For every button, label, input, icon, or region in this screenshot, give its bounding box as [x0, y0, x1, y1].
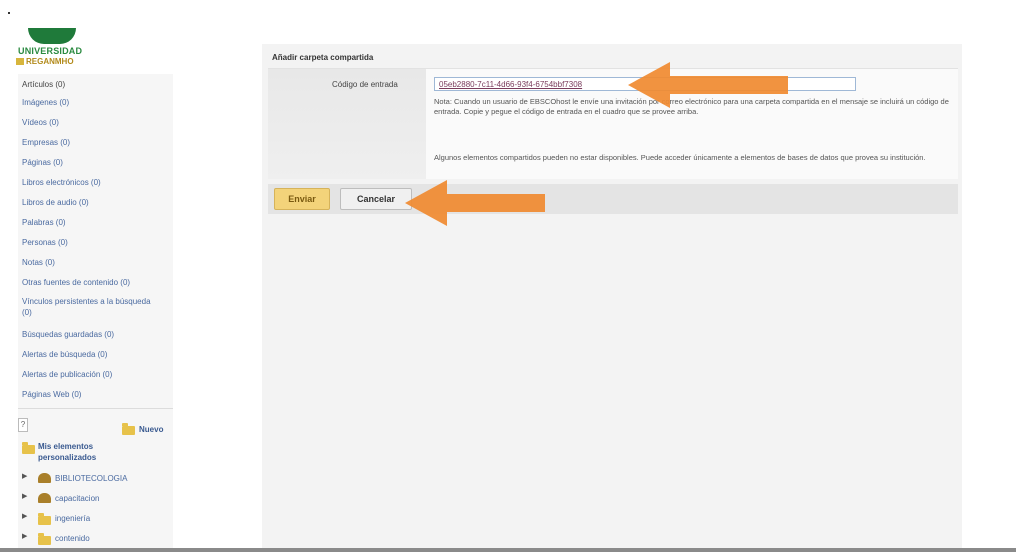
- folder-icon: [22, 442, 35, 454]
- sidebar-item-alertas-publicacion[interactable]: Alertas de publicación (0): [22, 370, 112, 379]
- expand-arrow-icon[interactable]: ▶: [22, 492, 27, 500]
- pointer-arrow-icon: [405, 178, 555, 228]
- sidebar-item-empresas[interactable]: Empresas (0): [22, 138, 70, 147]
- sidebar-item-busquedas-guardadas[interactable]: Búsquedas guardadas (0): [22, 330, 114, 339]
- page: UNIVERSIDAD REGANMHO Artículos (0) Imáge…: [0, 0, 1016, 552]
- shared-folder-form: Código de entrada Nota: Cuando un usuari…: [268, 68, 958, 179]
- sidebar-item-imagenes[interactable]: Imágenes (0): [22, 98, 69, 107]
- pointer-arrow-icon: [628, 60, 808, 110]
- bottom-edge: [0, 548, 1016, 552]
- sidebar-item-libros-audio[interactable]: Libros de audio (0): [22, 198, 89, 207]
- university-logo: UNIVERSIDAD REGANMHO: [16, 26, 108, 70]
- logo-subtitle: REGANMHO: [16, 57, 74, 66]
- code-label: Código de entrada: [332, 80, 398, 89]
- panel-title: Añadir carpeta compartida: [272, 53, 374, 62]
- shared-folder-icon: [38, 493, 51, 503]
- sidebar-item-alertas-busqueda[interactable]: Alertas de búsqueda (0): [22, 350, 107, 359]
- sidebar-item-notas[interactable]: Notas (0): [22, 258, 55, 267]
- new-folder-button[interactable]: Nuevo: [139, 425, 163, 434]
- shared-folder-icon: [38, 473, 51, 483]
- help-icon[interactable]: ?: [18, 418, 28, 432]
- sidebar: Artículos (0) Imágenes (0) Vídeos (0) Em…: [18, 74, 173, 552]
- sidebar-item-palabras[interactable]: Palabras (0): [22, 218, 66, 227]
- main-panel: Añadir carpeta compartida Código de entr…: [262, 44, 962, 552]
- expand-arrow-icon[interactable]: ▶: [22, 472, 27, 480]
- expand-arrow-icon[interactable]: ▶: [22, 532, 27, 540]
- sidebar-divider: [18, 408, 173, 409]
- sidebar-item-videos[interactable]: Vídeos (0): [22, 118, 59, 127]
- tree-item-capacitacion[interactable]: capacitacion: [55, 494, 99, 503]
- folder-icon: [38, 513, 51, 525]
- sidebar-item-personas[interactable]: Personas (0): [22, 238, 68, 247]
- expand-arrow-icon[interactable]: ▶: [22, 512, 27, 520]
- sidebar-item-articulos[interactable]: Artículos (0): [22, 80, 65, 89]
- label-column: Código de entrada: [268, 69, 426, 179]
- tree-item-ingenieria[interactable]: ingeniería: [55, 514, 90, 523]
- logo-name: UNIVERSIDAD: [18, 46, 83, 56]
- sidebar-item-vinculos[interactable]: Vínculos persistentes a la búsqueda (0): [22, 296, 152, 318]
- logo-shape: [28, 28, 76, 44]
- new-folder-icon[interactable]: [122, 423, 135, 435]
- tree-item-contenido[interactable]: contenido: [55, 534, 90, 543]
- cancel-button[interactable]: Cancelar: [340, 188, 412, 210]
- submit-button[interactable]: Enviar: [274, 188, 330, 210]
- sidebar-item-paginas-web[interactable]: Páginas Web (0): [22, 390, 81, 399]
- tree-item-bibliotecologia[interactable]: BIBLIOTECOLOGIA: [55, 474, 127, 483]
- folder-icon: [38, 533, 51, 545]
- availability-note: Algunos elementos compartidos pueden no …: [434, 153, 926, 162]
- sidebar-item-paginas[interactable]: Páginas (0): [22, 158, 63, 167]
- corner-dot: [8, 12, 10, 14]
- sidebar-item-libros-electronicos[interactable]: Libros electrónicos (0): [22, 178, 101, 187]
- form-actions: Enviar Cancelar: [268, 184, 958, 214]
- my-items-title[interactable]: Mis elementos personalizados: [38, 441, 148, 463]
- sidebar-item-otras-fuentes[interactable]: Otras fuentes de contenido (0): [22, 278, 130, 287]
